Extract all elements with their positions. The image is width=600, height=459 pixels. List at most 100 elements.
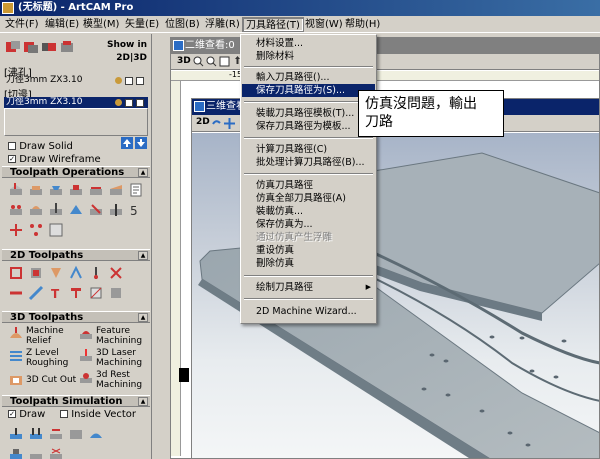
sim-inside-vector-option[interactable]: Inside Vector <box>60 409 136 420</box>
draw-solid-option[interactable]: Draw Solid <box>8 141 73 152</box>
fluting-icon[interactable] <box>88 182 104 198</box>
collapse-icon[interactable]: ▲ <box>138 168 148 177</box>
centre-line-icon[interactable] <box>108 202 124 218</box>
show-2d-checkbox[interactable] <box>125 76 134 85</box>
menu-file[interactable]: 文件(F) <box>2 17 42 32</box>
2d-smart-engrave-icon[interactable] <box>108 265 124 281</box>
menu-item-simulate-toolpath[interactable]: 仿真刀具路徑 <box>242 179 375 192</box>
toolpath-edit-icon[interactable] <box>22 39 40 55</box>
sim-draw-checkbox[interactable]: ✓ <box>8 410 16 418</box>
menu-item-simulate-all[interactable]: 仿真全部刀具路徑(A) <box>242 192 375 205</box>
cut-out-icon[interactable] <box>8 372 24 388</box>
2d-fluting-icon[interactable] <box>8 285 24 301</box>
collapse-icon[interactable]: ▲ <box>138 251 148 260</box>
move-up-icon[interactable] <box>121 137 133 149</box>
drilling-icon[interactable] <box>48 202 64 218</box>
menu-window[interactable]: 视窗(W) <box>302 17 346 32</box>
view-3d-mode-toggle[interactable]: 2D <box>196 117 210 127</box>
menu-item-calculate-toolpath[interactable]: 计算刀具路徑(C) <box>242 143 375 156</box>
menu-item-delete-simulation[interactable]: 刪除仿真 <box>242 257 375 270</box>
simulate-all-icon[interactable] <box>28 426 44 442</box>
texture-toolpath-icon[interactable] <box>8 202 24 218</box>
menu-item-draw-toolpath[interactable]: 绘制刀具路徑 ▶ <box>242 281 375 294</box>
draw-wireframe-checkbox[interactable]: ✓ <box>8 155 16 163</box>
show-2d-checkbox[interactable] <box>125 98 134 107</box>
rest-machining-icon[interactable] <box>78 370 94 386</box>
sim-draw-option[interactable]: ✓ Draw <box>8 409 45 420</box>
view-2d-mode-toggle[interactable]: 3D <box>177 56 191 66</box>
menu-item-import-toolpath[interactable]: 輸入刀具路徑()... <box>242 71 375 84</box>
menu-item-material-setup[interactable]: 材料设置... <box>242 37 375 50</box>
menu-toolpaths[interactable]: 刀具路径(T) <box>242 17 304 32</box>
menu-relief[interactable]: 浮雕(R) <box>202 17 243 32</box>
2d-bevel-icon[interactable] <box>28 285 44 301</box>
laser-machining-icon[interactable] <box>78 348 94 364</box>
sim-inside-vector-checkbox[interactable] <box>60 410 68 418</box>
draw-solid-checkbox[interactable] <box>8 142 16 150</box>
feature-machining-icon[interactable] <box>78 326 94 342</box>
z-level-roughing-icon[interactable] <box>8 348 24 364</box>
block-toolpath-icon[interactable] <box>48 222 64 238</box>
nest-toolpath-icon[interactable] <box>28 222 44 238</box>
2d-machining-icon[interactable] <box>108 285 124 301</box>
menu-model[interactable]: 模型(M) <box>80 17 122 32</box>
zoom-out-icon[interactable] <box>206 56 217 67</box>
2d-area-clearance-icon[interactable] <box>28 265 44 281</box>
simulate-toolpath-icon[interactable] <box>8 426 24 442</box>
pan-3d-icon[interactable] <box>224 118 235 129</box>
menu-item-2d-machine-wizard[interactable]: 2D Machine Wizard... <box>242 305 375 318</box>
menu-item-load-simulation[interactable]: 裝載仿真... <box>242 205 375 218</box>
menu-item-save-toolpath-as[interactable]: 保存刀具路徑为(S)... <box>242 84 375 97</box>
carve-icon[interactable] <box>88 202 104 218</box>
show-3d-checkbox[interactable] <box>136 76 144 85</box>
section-toolpath-simulation[interactable]: Toolpath Simulation ▲ <box>2 395 150 407</box>
toolpath-list-icon[interactable] <box>4 39 22 55</box>
color-swatch[interactable] <box>179 368 189 382</box>
simulation-block-icon[interactable] <box>68 426 84 442</box>
merge-toolpath-icon[interactable]: 5 <box>128 202 144 218</box>
toolpath-item-cut[interactable]: 刀徑3mm ZX3.10 <box>4 97 148 108</box>
menu-item-reset-simulation[interactable]: 重设仿真 <box>242 244 375 257</box>
menu-edit[interactable]: 编辑(E) <box>42 17 82 32</box>
profile-machining-icon[interactable] <box>8 182 24 198</box>
zoom-in-icon[interactable] <box>193 56 204 67</box>
emboss-icon[interactable] <box>28 202 44 218</box>
bevel-icon[interactable] <box>108 182 124 198</box>
2d-vbit-icon[interactable] <box>48 265 64 281</box>
menu-item-save-toolpath-template[interactable]: 保存刀具路徑为模板... <box>242 120 375 133</box>
move-down-icon[interactable] <box>135 137 147 149</box>
view-mode-label[interactable]: 2D|3D <box>116 53 147 63</box>
menu-help[interactable]: 帮助(H) <box>342 17 383 32</box>
toolpath-item-drill[interactable]: 刀徑3mm ZX3.10 <box>4 75 148 86</box>
zoom-box-icon[interactable] <box>219 56 230 67</box>
2d-inlay-icon[interactable] <box>68 265 84 281</box>
2d-cut-icon[interactable] <box>88 285 104 301</box>
save-simulation-icon[interactable] <box>8 446 24 459</box>
menu-item-save-simulation[interactable]: 保存仿真为... <box>242 218 375 231</box>
menu-item-batch-calculate[interactable]: 批处理计算刀具路徑(B)... <box>242 156 375 169</box>
show-3d-checkbox[interactable] <box>136 98 144 107</box>
2d-profile-icon[interactable] <box>8 265 24 281</box>
reset-simulation-icon[interactable] <box>48 426 64 442</box>
area-clearance-icon[interactable] <box>28 182 44 198</box>
menu-bitmap[interactable]: 位图(B) <box>162 17 203 32</box>
prism-icon[interactable] <box>68 202 84 218</box>
engraving-icon[interactable] <box>48 182 64 198</box>
rotate-view-icon[interactable] <box>211 118 222 129</box>
2d-text-icon[interactable]: T <box>48 285 64 301</box>
machine-relief-icon[interactable] <box>8 326 24 342</box>
toolpath-report-icon[interactable] <box>128 182 144 198</box>
section-3d-toolpaths[interactable]: 3D Toolpaths ▲ <box>2 311 150 323</box>
menu-item-load-toolpath-template[interactable]: 裝載刀具路徑模板(T)... <box>242 107 375 120</box>
toolpath-copy-icon[interactable] <box>40 39 58 55</box>
2d-t-slot-icon[interactable] <box>68 285 84 301</box>
menu-vector[interactable]: 矢量(E) <box>122 17 162 32</box>
section-toolpath-operations[interactable]: Toolpath Operations ▲ <box>2 166 150 178</box>
load-simulation-icon[interactable] <box>28 446 44 459</box>
2d-drilling-icon[interactable] <box>88 265 104 281</box>
menu-item-delete-material[interactable]: 删除材料 <box>242 50 375 63</box>
transform-toolpath-icon[interactable] <box>8 222 24 238</box>
inlay-icon[interactable] <box>68 182 84 198</box>
section-2d-toolpaths[interactable]: 2D Toolpaths ▲ <box>2 249 150 261</box>
draw-wireframe-option[interactable]: ✓ Draw Wireframe <box>8 154 101 165</box>
